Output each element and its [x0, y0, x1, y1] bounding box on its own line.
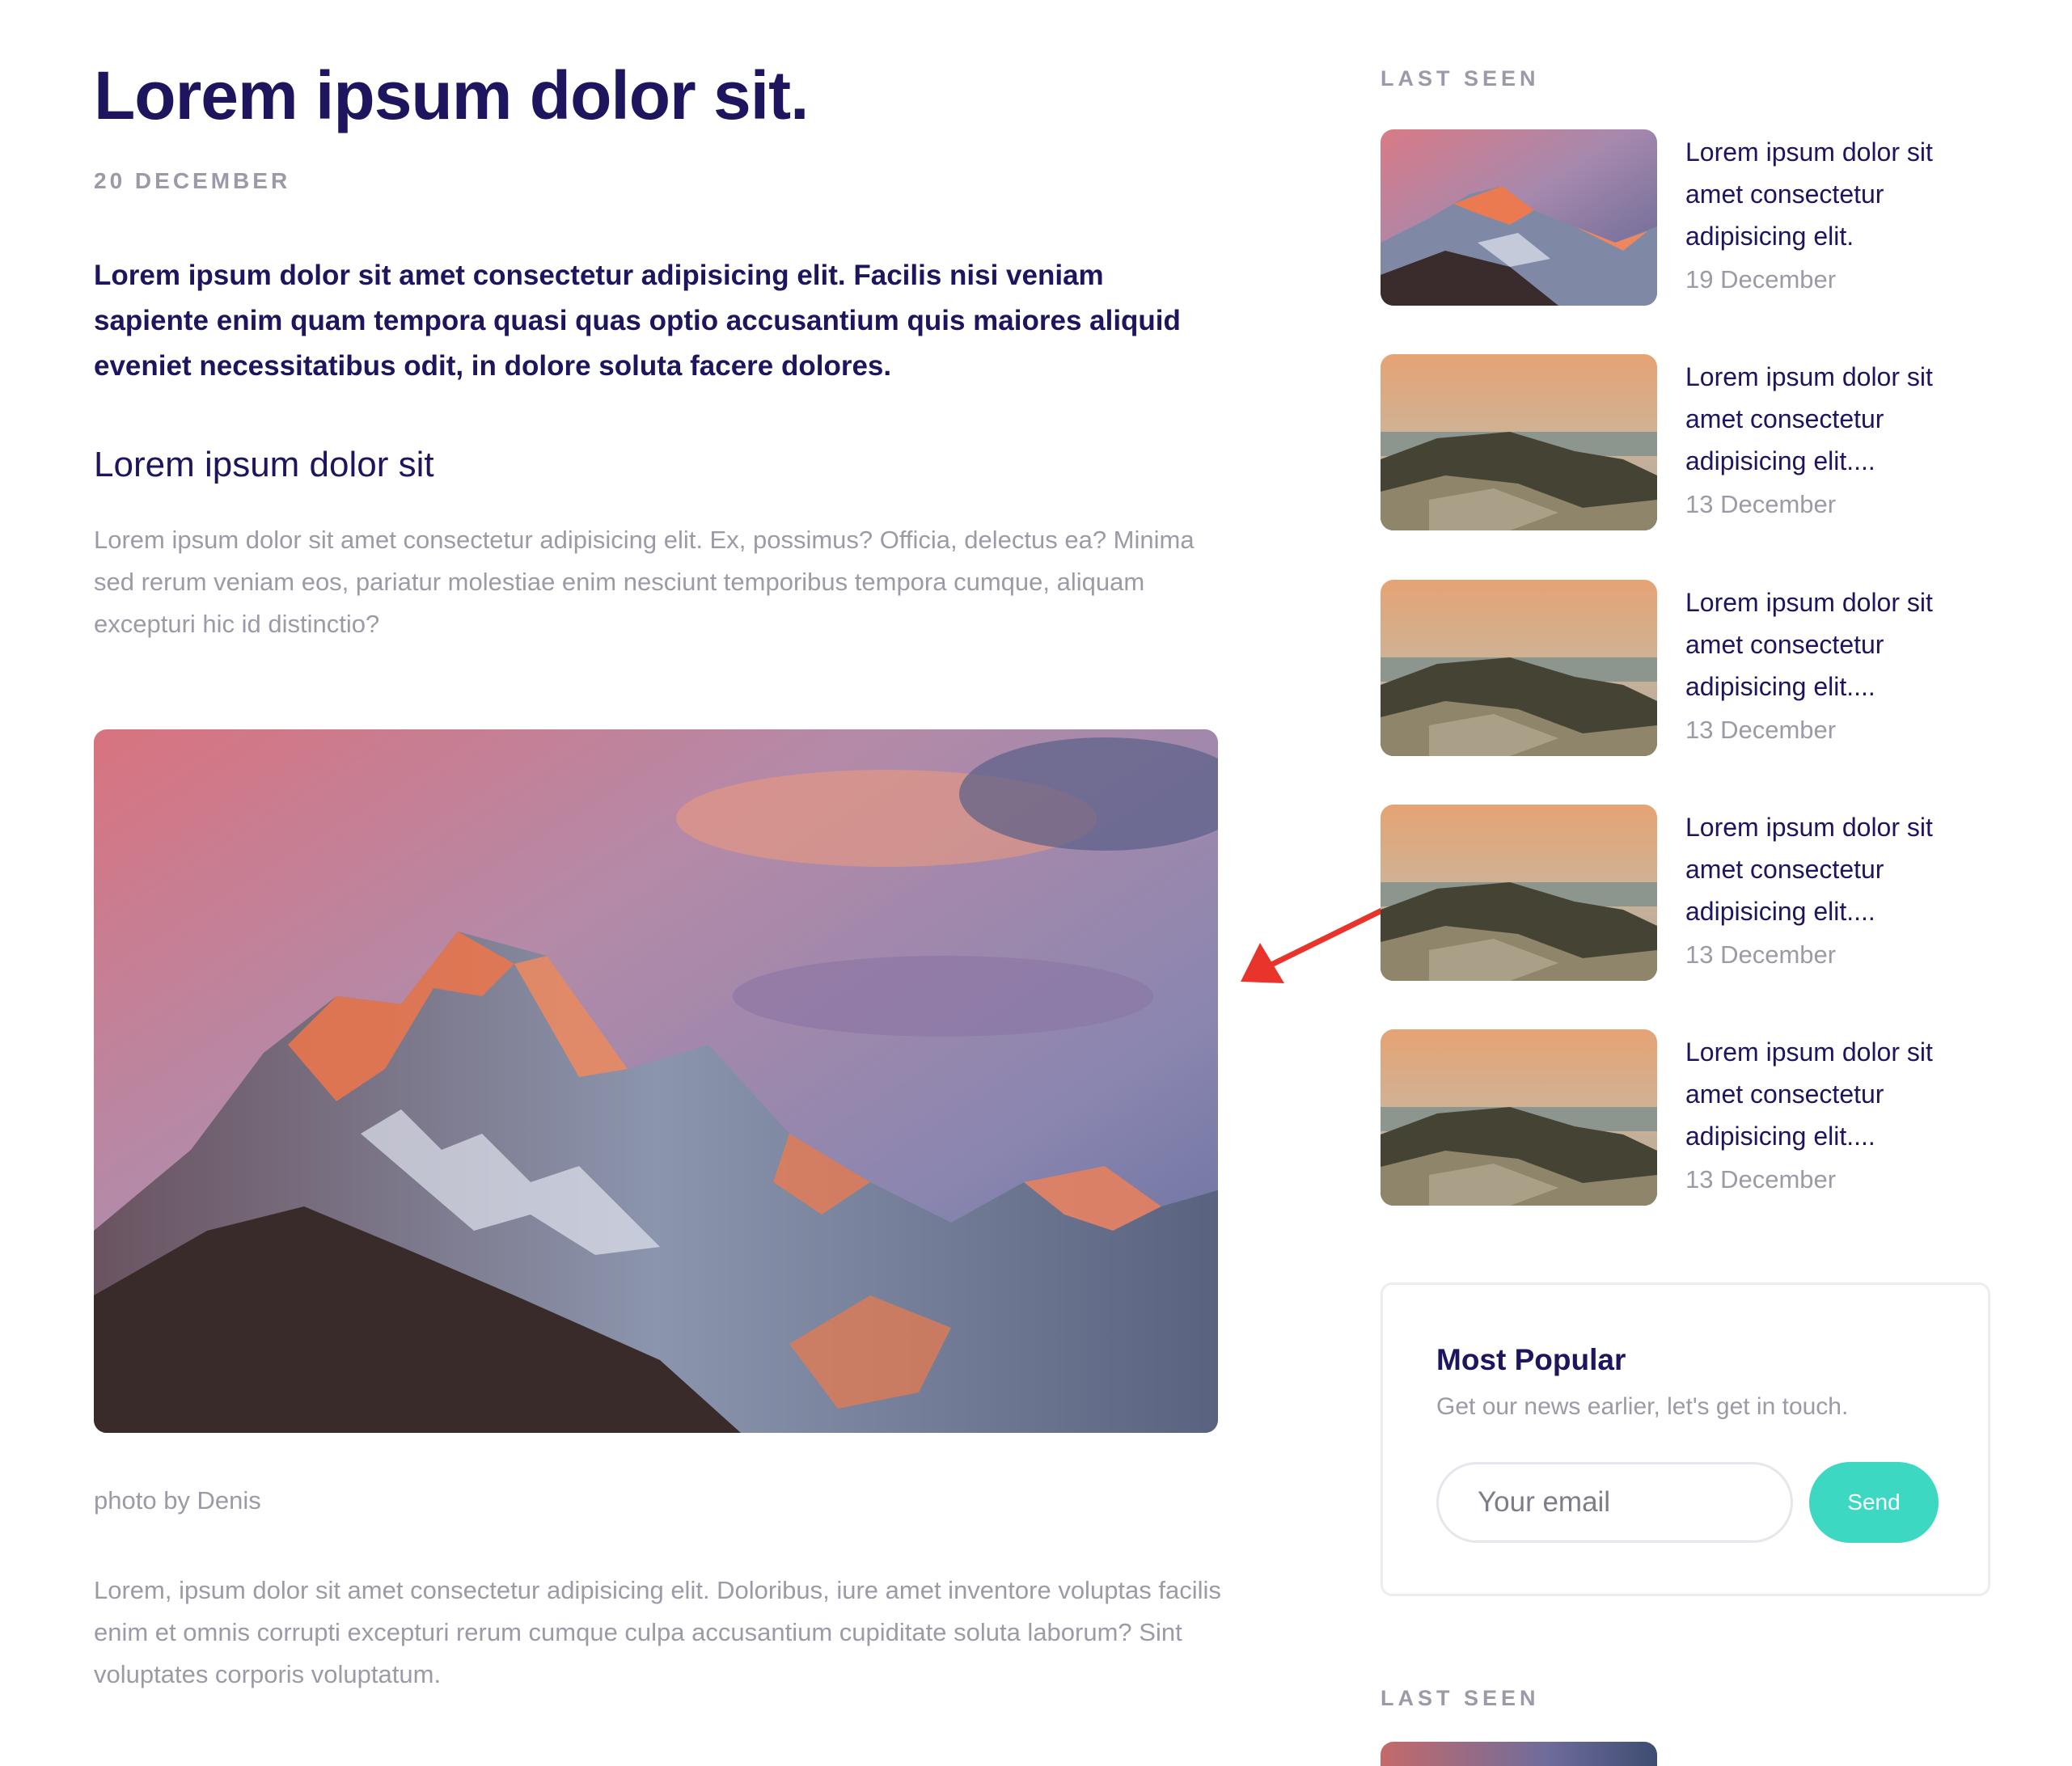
last-seen-item[interactable]: Lorem ipsum dolor sit amet consectetur a…: [1381, 805, 1995, 981]
last-seen-date: 13 December: [1685, 716, 1837, 744]
newsletter-card: Most Popular Get our news earlier, let's…: [1381, 1282, 1990, 1596]
last-seen-heading-2: LAST SEEN: [1381, 1686, 1540, 1710]
last-seen-item[interactable]: Lorem ipsum dolor sit amet consectetur a…: [1381, 580, 1995, 756]
article-date: 20 DECEMBER: [94, 168, 291, 193]
last-seen-title[interactable]: Lorem ipsum dolor sit amet consectetur a…: [1685, 581, 1985, 708]
hero-caption: photo by Denis: [94, 1486, 261, 1515]
article-title: Lorem ipsum dolor sit.: [94, 57, 809, 133]
hero-image: [94, 729, 1218, 1433]
email-field[interactable]: [1436, 1462, 1793, 1543]
last-seen-title[interactable]: Lorem ipsum dolor sit amet consectetur a…: [1685, 356, 1985, 482]
article-paragraph-2: Lorem, ipsum dolor sit amet consectetur …: [94, 1576, 1221, 1688]
last-seen-item[interactable]: Lorem ipsum dolor sit amet consectetur a…: [1381, 129, 1995, 306]
rocky-shore-thumbnail[interactable]: [1381, 354, 1657, 530]
last-seen-item[interactable]: Lorem ipsum dolor sit amet consectetur a…: [1381, 1029, 1995, 1206]
last-seen-date: 13 December: [1685, 490, 1837, 518]
last-seen-date: 13 December: [1685, 940, 1837, 969]
last-seen-title[interactable]: Lorem ipsum dolor sit amet consectetur a…: [1685, 1031, 1985, 1157]
newsletter-title: Most Popular: [1436, 1343, 1626, 1376]
last-seen-date: 19 December: [1685, 265, 1837, 294]
last-seen-title[interactable]: Lorem ipsum dolor sit amet consectetur a…: [1685, 806, 1985, 932]
article-paragraph-1: Lorem ipsum dolor sit amet consectetur a…: [94, 526, 1195, 638]
rocky-shore-thumbnail[interactable]: [1381, 805, 1657, 981]
page: Lorem ipsum dolor sit. 20 DECEMBER Lorem…: [0, 0, 2072, 1766]
last-seen-item[interactable]: Lorem ipsum dolor sit amet consectetur a…: [1381, 354, 1995, 530]
rocky-shore-thumbnail[interactable]: [1381, 580, 1657, 756]
sidebar: LAST SEEN Lorem ipsum dolor sit amet con…: [1381, 0, 1995, 1766]
article-lead: Lorem ipsum dolor sit amet consectetur a…: [94, 260, 1181, 382]
mountain-thumbnail[interactable]: [1381, 1742, 1657, 1766]
send-button[interactable]: Send: [1809, 1462, 1939, 1543]
newsletter-subtitle: Get our news earlier, let's get in touch…: [1436, 1393, 1849, 1420]
article-subheading: Lorem ipsum dolor sit: [94, 445, 434, 484]
rocky-shore-thumbnail[interactable]: [1381, 1029, 1657, 1206]
last-seen-date: 13 December: [1685, 1165, 1837, 1194]
mountain-thumbnail[interactable]: [1381, 129, 1657, 306]
last-seen-heading: LAST SEEN: [1381, 66, 1540, 91]
last-seen-title[interactable]: Lorem ipsum dolor sit amet consectetur a…: [1685, 131, 1985, 257]
